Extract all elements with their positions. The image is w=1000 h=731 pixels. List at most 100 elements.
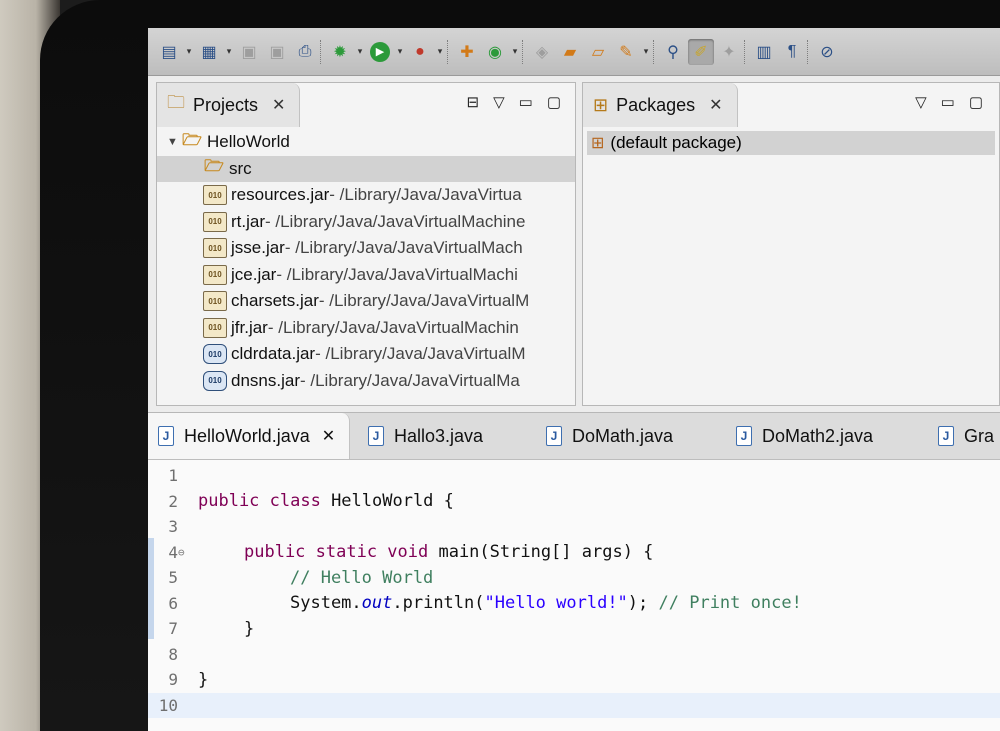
debug-dropdown-icon[interactable]: ▾ (355, 39, 365, 65)
tree-item-path: - /Library/Java/JavaVirtualM (318, 291, 530, 311)
tree-item-jar[interactable]: 010 rt.jar - /Library/Java/JavaVirtualMa… (157, 209, 575, 236)
run-dropdown-icon[interactable]: ▾ (395, 39, 405, 65)
new-java-project-dropdown-icon[interactable]: ▾ (224, 39, 234, 65)
block-selection-icon[interactable]: ✦ (716, 39, 742, 65)
toggle-breakpoint-icon[interactable]: ⚲ (660, 39, 686, 65)
code-line[interactable]: 3 (148, 514, 1000, 540)
code-line[interactable]: 1 (148, 463, 1000, 489)
new-wizard-icon[interactable]: ▤ (156, 39, 182, 65)
view-menu-icon[interactable]: ▽ (493, 93, 505, 111)
search-icon[interactable]: ▱ (585, 39, 611, 65)
eclipse-window: ▤ ▾ ▦ ▾ ▣ ▣ ⎙ ✹ ▾ ▶ ▾ ● ▾ ✚ ◉ ▾ ◈ ▰ ▱ ✎ … (148, 28, 1000, 731)
print-icon[interactable]: ⎙ (292, 39, 318, 65)
tree-item-label: jfr.jar (231, 317, 268, 337)
line-number: 4 (168, 542, 178, 562)
code-comment: // Hello World (290, 567, 434, 588)
project-folder-icon: 🗁 (182, 131, 202, 149)
toolbar-separator (320, 39, 325, 64)
word-wrap-icon[interactable]: ▥ (751, 39, 777, 65)
code-line[interactable]: 4 ⊖ public static void main(String[] args… (148, 540, 1000, 566)
coverage-icon[interactable]: ● (407, 39, 433, 65)
expanded-chevron-icon[interactable]: ▼ (167, 136, 181, 148)
code-line[interactable]: 2 public class HelloWorld { (148, 489, 1000, 515)
new-java-class-icon[interactable]: ◉ (482, 39, 508, 65)
fold-collapse-icon[interactable]: ⊖ (178, 546, 194, 559)
run-icon[interactable]: ▶ (370, 41, 390, 62)
close-icon[interactable]: ✕ (709, 95, 722, 115)
external-tools-dropdown-icon[interactable]: ▾ (641, 39, 651, 65)
code-area[interactable]: 1 2 public class HelloWorld { 3 4 ⊖ publi… (148, 463, 1000, 731)
external-tools-icon[interactable]: ✎ (613, 39, 639, 65)
minimize-icon[interactable]: ▭ (941, 93, 955, 111)
projects-view-tab[interactable]: 🗀 Projects ✕ (157, 83, 301, 127)
tab-domath-java[interactable]: J DoMath.java (546, 413, 673, 459)
new-java-project-icon[interactable]: ▦ (196, 39, 222, 65)
tree-item-label: src (229, 158, 252, 178)
line-number: 3 (168, 517, 178, 537)
tab-hallo3-java[interactable]: J Hallo3.java (368, 413, 483, 459)
jar-icon: 010 (203, 291, 227, 312)
tree-item-path: - /Library/Java/JavaVirtualMa (299, 370, 520, 390)
code-text: .println( (392, 593, 485, 614)
tab-gra[interactable]: J Gra (938, 413, 994, 459)
packages-view-title: Packages (616, 94, 696, 115)
toolbar-separator (744, 39, 749, 64)
tree-item-path: - /Library/Java/JavaVirtualMachin (267, 317, 519, 337)
tab-label: DoMath.java (572, 425, 674, 446)
tree-item-jar[interactable]: 010 dnsns.jar - /Library/Java/JavaVirtua… (157, 368, 575, 395)
tab-label: DoMath2.java (762, 425, 874, 446)
tree-item-jar[interactable]: 010 resources.jar - /Library/Java/JavaVi… (157, 182, 575, 209)
coverage-dropdown-icon[interactable]: ▾ (435, 39, 445, 65)
maximize-icon[interactable]: ▢ (969, 93, 983, 111)
ext-jar-icon: 010 (203, 370, 227, 391)
close-icon[interactable]: ✕ (272, 95, 285, 115)
open-task-icon[interactable]: ▰ (557, 39, 583, 65)
debug-icon[interactable]: ✹ (327, 39, 353, 65)
toolbar-separator (447, 39, 452, 64)
tree-item-src[interactable]: 🗁 src (157, 155, 575, 182)
pin-icon[interactable]: ⊘ (814, 39, 840, 65)
package-icon: ⊞ (591, 135, 605, 152)
view-menu-icon[interactable]: ▽ (915, 93, 927, 111)
tab-label: HelloWorld.java (184, 425, 310, 446)
code-line-current[interactable]: 10 (148, 692, 1000, 718)
line-number: 7 (168, 619, 178, 639)
code-line[interactable]: 5 // Hello World (148, 565, 1000, 591)
code-line[interactable]: 7 } (148, 616, 1000, 642)
save-icon[interactable]: ▣ (236, 39, 262, 65)
minimize-icon[interactable]: ▭ (519, 93, 533, 111)
code-text: ); (627, 593, 659, 614)
code-text: System. (290, 593, 362, 614)
collapse-all-icon[interactable]: ⊟ (467, 93, 480, 111)
package-item-label: (default package) (610, 133, 742, 152)
line-number: 5 (168, 568, 178, 588)
tree-item-jar[interactable]: 010 jsse.jar - /Library/Java/JavaVirtual… (157, 235, 575, 262)
show-whitespace-icon[interactable]: ¶ (779, 39, 805, 65)
tree-item-project[interactable]: ▼ 🗁 HelloWorld (157, 129, 575, 156)
maximize-icon[interactable]: ▢ (547, 93, 561, 111)
code-line[interactable]: 8 (148, 642, 1000, 668)
tab-helloworld-java[interactable]: J HelloWorld.java ✕ (148, 413, 351, 459)
code-line[interactable]: 6 System.out.println("Hello world!"); //… (148, 591, 1000, 617)
save-all-icon[interactable]: ▣ (264, 39, 290, 65)
tree-item-jar[interactable]: 010 jce.jar - /Library/Java/JavaVirtualM… (157, 262, 575, 289)
new-java-package-icon[interactable]: ✚ (454, 39, 480, 65)
packages-view-controls: ▽ ▭ ▢ (915, 93, 983, 111)
packages-view-tab[interactable]: ⊞ Packages ✕ (583, 83, 738, 127)
package-item[interactable]: ⊞ (default package) (587, 131, 995, 155)
mark-occurrences-icon[interactable]: ✐ (688, 38, 714, 65)
close-icon[interactable]: ✕ (322, 426, 335, 446)
tab-domath2-java[interactable]: J DoMath2.java (736, 413, 873, 459)
code-comment: // Print once! (658, 593, 802, 614)
tree-item-jar[interactable]: 010 jfr.jar - /Library/Java/JavaVirtualM… (157, 315, 575, 342)
java-editor: J HelloWorld.java ✕ J Hallo3.java J DoMa… (148, 412, 1000, 731)
tree-item-label: jce.jar (231, 264, 277, 284)
open-type-icon[interactable]: ◈ (529, 39, 555, 65)
tree-item-jar[interactable]: 010 charsets.jar - /Library/Java/JavaVir… (157, 288, 575, 315)
tree-item-jar[interactable]: 010 cldrdata.jar - /Library/Java/JavaVir… (157, 341, 575, 368)
new-wizard-dropdown-icon[interactable]: ▾ (184, 39, 194, 65)
packages-view: ⊞ Packages ✕ ▽ ▭ ▢ ⊞ (default package) (582, 82, 1000, 406)
new-class-dropdown-icon[interactable]: ▾ (510, 39, 520, 65)
code-text: main(String[] args) { (428, 542, 654, 563)
code-line[interactable]: 9 } (148, 667, 1000, 693)
